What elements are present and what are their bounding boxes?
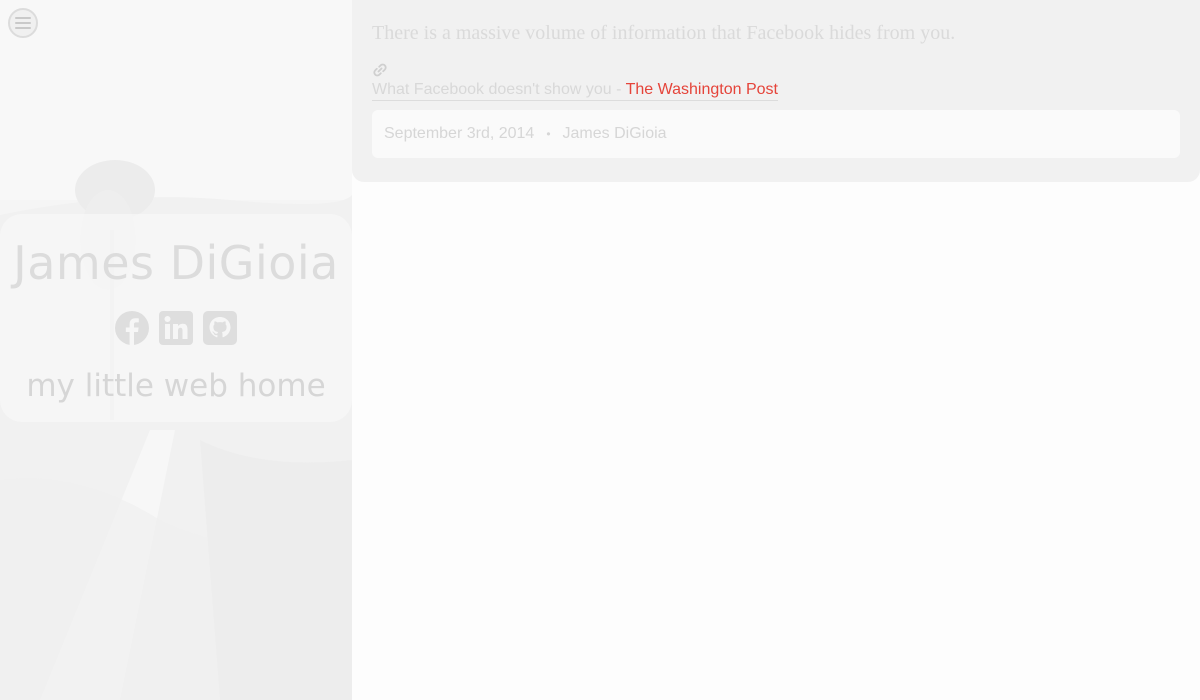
post-link-separator: - xyxy=(611,81,626,98)
linkedin-link[interactable] xyxy=(158,310,194,346)
post-date: September 3rd, 2014 xyxy=(384,125,535,142)
profile-card: James DiGioia my little web home xyxy=(0,214,352,422)
post-card: There is a massive volume of information… xyxy=(352,0,1200,182)
link-icon xyxy=(372,62,388,78)
menu-button[interactable] xyxy=(8,8,38,38)
github-icon xyxy=(203,311,237,345)
social-links xyxy=(0,310,352,346)
meta-separator: • xyxy=(546,127,551,141)
site-tagline: my little web home xyxy=(26,368,326,404)
linkedin-icon xyxy=(159,311,193,345)
facebook-link[interactable] xyxy=(114,310,150,346)
post-excerpt: There is a massive volume of information… xyxy=(372,22,956,44)
post-link-source: The Washington Post xyxy=(625,81,778,98)
profile-name: James DiGioia xyxy=(13,236,339,290)
post-link[interactable]: What Facebook doesn't show you - The Was… xyxy=(372,81,778,101)
post-author: James DiGioia xyxy=(562,125,667,142)
post-link-title: What Facebook doesn't show you xyxy=(372,81,612,98)
post-meta: September 3rd, 2014 • James DiGioia xyxy=(372,110,1180,158)
facebook-icon xyxy=(115,311,149,346)
github-link[interactable] xyxy=(202,310,238,346)
hamburger-menu-icon xyxy=(15,17,31,29)
sidebar: James DiGioia my little web home xyxy=(0,0,352,700)
